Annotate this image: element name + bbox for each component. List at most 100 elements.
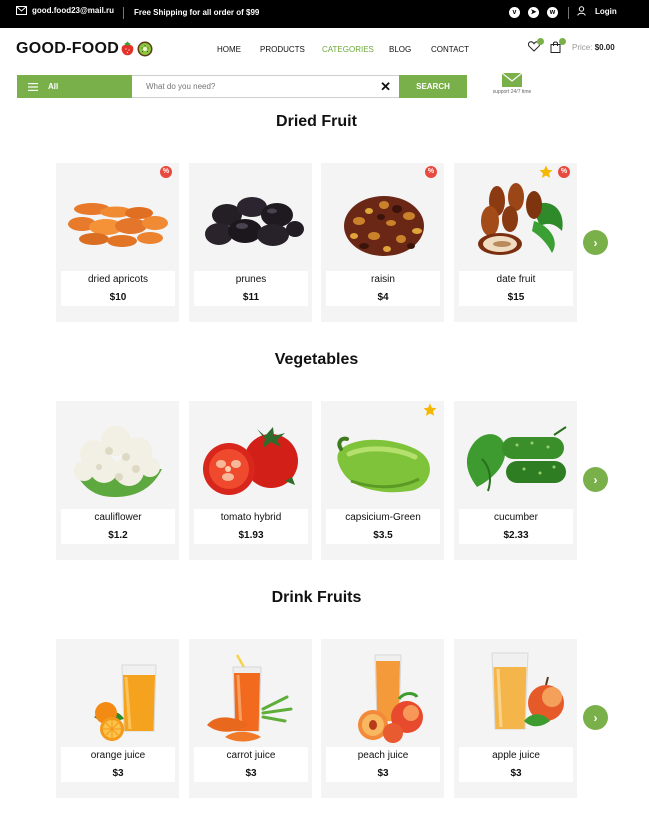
product-name[interactable]: raisin <box>326 274 440 285</box>
user-icon <box>577 6 586 16</box>
support-text: support 24/7 time <box>492 89 532 95</box>
sale-badge-icon: % <box>558 166 570 178</box>
cart-badge <box>559 38 566 45</box>
mail-icon <box>16 6 27 15</box>
product-card[interactable]: % dried apricots $10 <box>56 163 179 322</box>
product-image-raisin <box>329 171 436 269</box>
product-name[interactable]: date fruit <box>459 274 573 285</box>
email-link[interactable]: good.food23@mail.ru <box>16 6 114 15</box>
social-links: v ➤ w <box>509 7 558 18</box>
product-card[interactable]: % date fruit $15 <box>454 163 577 322</box>
product-card[interactable]: prunes $11 <box>189 163 312 322</box>
product-name[interactable]: capsicium-Green <box>326 512 440 523</box>
product-name[interactable]: carrot juice <box>194 750 308 761</box>
product-price: $3 <box>112 768 124 779</box>
header-actions: Price: $0.00 <box>527 38 615 53</box>
cart-button[interactable] <box>550 38 566 53</box>
section-title-vegetables: Vegetables <box>274 351 359 368</box>
product-info: prunes $11 <box>194 271 308 306</box>
section-title-dried-fruit: Dried Fruit <box>276 113 357 130</box>
product-info: carrot juice $3 <box>194 747 308 782</box>
product-card[interactable]: orange juice $3 <box>56 639 179 798</box>
product-info: orange juice $3 <box>61 747 175 782</box>
product-name[interactable]: apple juice <box>459 750 573 761</box>
sale-badge-icon: % <box>425 166 437 178</box>
section-title-drink-fruits: Drink Fruits <box>271 589 362 606</box>
product-card[interactable]: cauliflower $1.2 <box>56 401 179 560</box>
product-image-date-fruit <box>462 171 569 269</box>
product-name[interactable]: cauliflower <box>61 512 175 523</box>
price-label: Price: <box>572 42 593 52</box>
nav-products[interactable]: PRODUCTS <box>260 45 305 54</box>
product-price: $3 <box>377 768 389 779</box>
cart-total: Price: $0.00 <box>572 43 615 52</box>
product-price: $2.33 <box>503 530 529 541</box>
product-name[interactable]: peach juice <box>326 750 440 761</box>
category-label: All <box>48 82 59 91</box>
product-info: tomato hybrid $1.93 <box>194 509 308 544</box>
search-button[interactable]: SEARCH <box>399 75 467 98</box>
product-image-capsicum <box>329 409 436 507</box>
next-arrow-icon[interactable]: › <box>583 467 608 492</box>
kiwi-icon <box>137 41 153 57</box>
product-info: peach juice $3 <box>326 747 440 782</box>
product-info: date fruit $15 <box>459 271 573 306</box>
logo[interactable]: GOOD-FOOD <box>16 40 153 58</box>
product-image-prunes <box>197 171 304 269</box>
product-price: $11 <box>242 292 260 303</box>
nav-home[interactable]: HOME <box>217 45 241 54</box>
product-price: $3 <box>510 768 522 779</box>
product-image-apple-juice <box>462 647 569 745</box>
product-price: $3 <box>245 768 257 779</box>
product-info: raisin $4 <box>326 271 440 306</box>
product-info: dried apricots $10 <box>61 271 175 306</box>
product-price: $1.93 <box>238 530 264 541</box>
product-info: cucumber $2.33 <box>459 509 573 544</box>
nav-blog[interactable]: BLOG <box>389 45 411 54</box>
support-info: support 24/7 time <box>482 73 542 95</box>
vk-icon[interactable]: v <box>509 7 520 18</box>
product-name[interactable]: cucumber <box>459 512 573 523</box>
product-name[interactable]: orange juice <box>61 750 175 761</box>
login-link[interactable]: Login <box>577 6 617 16</box>
telegram-icon[interactable]: ➤ <box>528 7 539 18</box>
strawberry-icon <box>121 41 134 56</box>
product-card[interactable]: apple juice $3 <box>454 639 577 798</box>
category-dropdown[interactable]: All <box>17 75 132 98</box>
price-value: $0.00 <box>594 42 615 52</box>
product-card[interactable]: tomato hybrid $1.93 <box>189 401 312 560</box>
star-icon <box>423 403 437 416</box>
product-image-peach-juice <box>329 647 436 745</box>
product-info: cauliflower $1.2 <box>61 509 175 544</box>
product-card[interactable]: cucumber $2.33 <box>454 401 577 560</box>
product-card[interactable]: capsicium-Green $3.5 <box>321 401 444 560</box>
top-bar: good.food23@mail.ru Free Shipping for al… <box>0 0 649 28</box>
product-price: $10 <box>109 292 127 303</box>
product-image-cucumber <box>462 409 569 507</box>
product-name[interactable]: prunes <box>194 274 308 285</box>
product-card[interactable]: carrot juice $3 <box>189 639 312 798</box>
search-input[interactable] <box>132 76 352 97</box>
wishlist-button[interactable] <box>527 38 544 53</box>
next-arrow-icon[interactable]: › <box>583 705 608 730</box>
product-image-dried-apricots <box>64 171 171 269</box>
nav-contact[interactable]: CONTACT <box>431 45 469 54</box>
email-text: good.food23@mail.ru <box>32 6 115 15</box>
product-image-carrot-juice <box>197 647 304 745</box>
product-info: capsicium-Green $3.5 <box>326 509 440 544</box>
menu-icon <box>28 82 38 91</box>
product-price: $15 <box>507 292 525 303</box>
product-name[interactable]: tomato hybrid <box>194 512 308 523</box>
nav-categories[interactable]: CATEGORIES <box>322 45 374 54</box>
clear-icon[interactable]: ✕ <box>380 80 391 94</box>
wishlist-badge <box>537 38 544 45</box>
product-card[interactable]: peach juice $3 <box>321 639 444 798</box>
search-box: ✕ <box>132 75 400 98</box>
product-name[interactable]: dried apricots <box>61 274 175 285</box>
whatsapp-icon[interactable]: w <box>547 7 558 18</box>
product-card[interactable]: % raisin $4 <box>321 163 444 322</box>
product-image-tomato <box>197 409 304 507</box>
login-label: Login <box>595 6 617 16</box>
envelope-icon <box>502 73 522 87</box>
next-arrow-icon[interactable]: › <box>583 230 608 255</box>
